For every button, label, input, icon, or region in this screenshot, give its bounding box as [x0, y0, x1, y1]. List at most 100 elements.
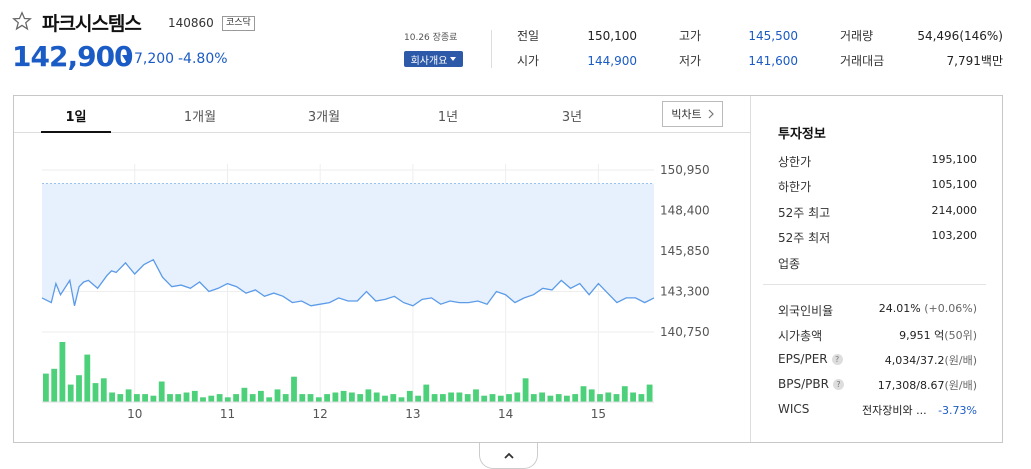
volume-bar — [423, 384, 430, 402]
volume-bar — [473, 389, 479, 402]
volume-bar — [448, 392, 454, 402]
volume-bar — [514, 392, 521, 402]
tab-1day[interactable]: 1일 — [36, 106, 116, 125]
down-arrow-icon — [122, 55, 132, 63]
market-cap-number: 9,951 — [899, 329, 931, 342]
volume-bar — [597, 394, 603, 402]
lower-limit-value: 105,100 — [931, 178, 978, 191]
volume-bar — [357, 394, 364, 402]
volume-bar — [646, 384, 653, 402]
volume-bar — [638, 394, 645, 402]
bps-pbr-text: BPS/PBR — [778, 377, 829, 391]
price-area — [42, 183, 654, 306]
volume-bar — [282, 394, 289, 402]
eps-per-value: 4,034/37.2(원/배) — [885, 352, 977, 368]
market-badge: 코스닥 — [222, 16, 255, 31]
sector-label: 업종 — [778, 257, 801, 271]
amount-value: 7,791백만 — [900, 54, 1003, 68]
volume-bar — [150, 395, 157, 402]
x-tick-label: 14 — [498, 407, 513, 421]
volume-bar — [464, 394, 471, 402]
active-tab-indicator — [41, 131, 111, 133]
volume-bar — [547, 395, 554, 402]
bps-pbr-number: 17,308/8.67 — [877, 379, 945, 392]
prev-close-value: 150,100 — [587, 29, 637, 43]
volume-bar — [291, 376, 297, 402]
help-icon[interactable]: ? — [832, 379, 844, 390]
x-tick-label: 10 — [127, 407, 142, 421]
volume-bar — [183, 392, 190, 402]
volume-bar — [117, 394, 124, 402]
period-tabs — [14, 96, 750, 133]
wics-sector-link[interactable]: 전자장비와 ... — [862, 404, 927, 417]
low-label: 저가 — [679, 54, 702, 68]
volume-bar — [506, 394, 512, 402]
price-change-pct: -4.80% — [178, 51, 228, 67]
company-overview-button[interactable]: 회사개요 — [404, 51, 463, 67]
volume-bar — [621, 386, 628, 402]
volume-bar — [125, 389, 132, 402]
volume-bar — [349, 392, 355, 402]
volume-bar — [588, 389, 595, 402]
y-tick-label: 143,300 — [660, 285, 710, 299]
bigchart-button[interactable]: 빅차트 — [662, 101, 723, 127]
volume-bar — [605, 392, 612, 402]
52w-low-value: 103,200 — [931, 229, 978, 242]
volume-bar — [208, 395, 215, 402]
tab-1month[interactable]: 1개월 — [160, 106, 240, 125]
volume-bar — [307, 394, 314, 402]
market-cap-unit: 억 — [934, 329, 945, 342]
amount-number: 7,791 — [946, 54, 981, 68]
volume-label: 거래량 — [840, 29, 874, 43]
volume-bar — [191, 390, 198, 402]
volume-bar — [158, 381, 165, 402]
tab-3year[interactable]: 3년 — [532, 106, 612, 125]
volume-bar — [241, 387, 248, 402]
market-cap-label: 시가총액 — [778, 329, 823, 343]
volume-bar — [539, 392, 545, 402]
market-timestamp: 10.26 장종료 — [404, 33, 458, 43]
volume-bar — [373, 392, 380, 402]
foreign-ratio-value: 24.01% (+0.06%) — [879, 302, 977, 315]
volume-bar — [134, 394, 140, 402]
volume-bar — [630, 392, 636, 402]
volume-bar — [67, 384, 74, 402]
open-label: 시가 — [517, 54, 540, 68]
current-price: 142,900 — [12, 40, 134, 73]
wics-label: WICS — [778, 402, 810, 416]
y-tick-label: 145,850 — [660, 244, 710, 258]
volume-bar — [555, 394, 562, 402]
eps-per-unit: (원/배) — [944, 354, 977, 367]
upper-limit-label: 상한가 — [778, 155, 812, 169]
foreign-ratio-number: 24.01% — [878, 302, 921, 315]
x-tick-label: 15 — [591, 407, 606, 421]
tab-1year[interactable]: 1년 — [408, 106, 488, 125]
favorite-star-icon[interactable] — [12, 11, 32, 31]
52w-low-label: 52주 최저 — [778, 231, 831, 245]
tab-3month[interactable]: 3개월 — [284, 106, 364, 125]
volume-bar — [274, 389, 281, 402]
volume-bar — [43, 373, 49, 402]
foreign-ratio-label: 외국인비율 — [778, 304, 834, 318]
52w-high-label: 52주 최고 — [778, 206, 831, 220]
volume-bar — [580, 386, 587, 402]
y-tick-label: 140,750 — [660, 325, 710, 339]
collapse-button[interactable] — [479, 443, 538, 469]
volume-bar — [415, 395, 421, 402]
volume-bar — [167, 394, 173, 402]
y-tick-label: 150,950 — [660, 163, 710, 177]
volume-bar — [564, 395, 570, 402]
chevron-up-icon — [503, 452, 514, 459]
volume-bar — [481, 395, 488, 402]
help-icon[interactable]: ? — [831, 354, 843, 365]
volume-bar — [100, 378, 107, 402]
x-tick-label: 11 — [220, 407, 235, 421]
lower-limit-label: 하한가 — [778, 180, 812, 194]
volume-bar — [200, 397, 206, 402]
volume-bar — [315, 397, 322, 402]
panel-divider — [750, 96, 751, 442]
volume-value: 54,496(146%) — [917, 29, 1003, 43]
52w-high-value: 214,000 — [931, 204, 978, 217]
intraday-chart: 150,950 148,400 145,850 143,300 140,750 10 11 1… — [41, 163, 710, 421]
open-value: 144,900 — [587, 54, 637, 68]
